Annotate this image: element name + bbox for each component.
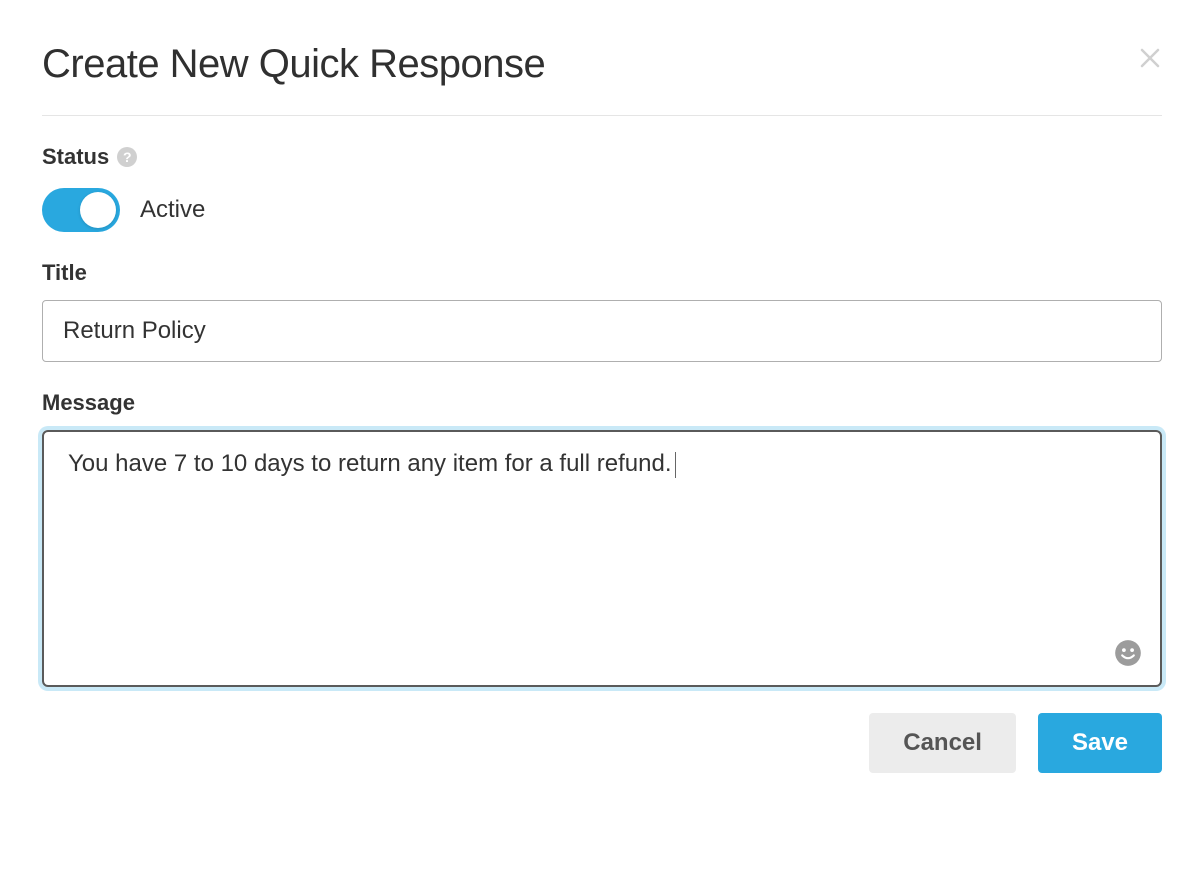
help-icon[interactable]: ? [117, 147, 137, 167]
cancel-button[interactable]: Cancel [869, 713, 1016, 773]
title-section: Title [42, 260, 1162, 362]
dialog-title: Create New Quick Response [42, 42, 545, 87]
toggle-knob [80, 192, 116, 228]
status-toggle[interactable] [42, 188, 120, 232]
message-label: Message [42, 390, 1162, 416]
save-button[interactable]: Save [1038, 713, 1162, 773]
status-section: Status ? Active [42, 144, 1162, 232]
status-toggle-label: Active [140, 196, 205, 224]
close-icon[interactable] [1138, 46, 1162, 70]
dialog-header: Create New Quick Response [42, 42, 1162, 116]
emoji-icon[interactable] [1114, 639, 1142, 667]
title-label: Title [42, 260, 1162, 286]
button-row: Cancel Save [42, 713, 1162, 773]
status-label: Status [42, 144, 109, 170]
message-wrapper: You have 7 to 10 days to return any item… [42, 430, 1162, 687]
message-section: Message You have 7 to 10 days to return … [42, 390, 1162, 687]
message-textarea[interactable] [44, 432, 1160, 680]
status-toggle-row: Active [42, 188, 1162, 232]
status-label-row: Status ? [42, 144, 1162, 170]
title-input[interactable] [42, 300, 1162, 362]
